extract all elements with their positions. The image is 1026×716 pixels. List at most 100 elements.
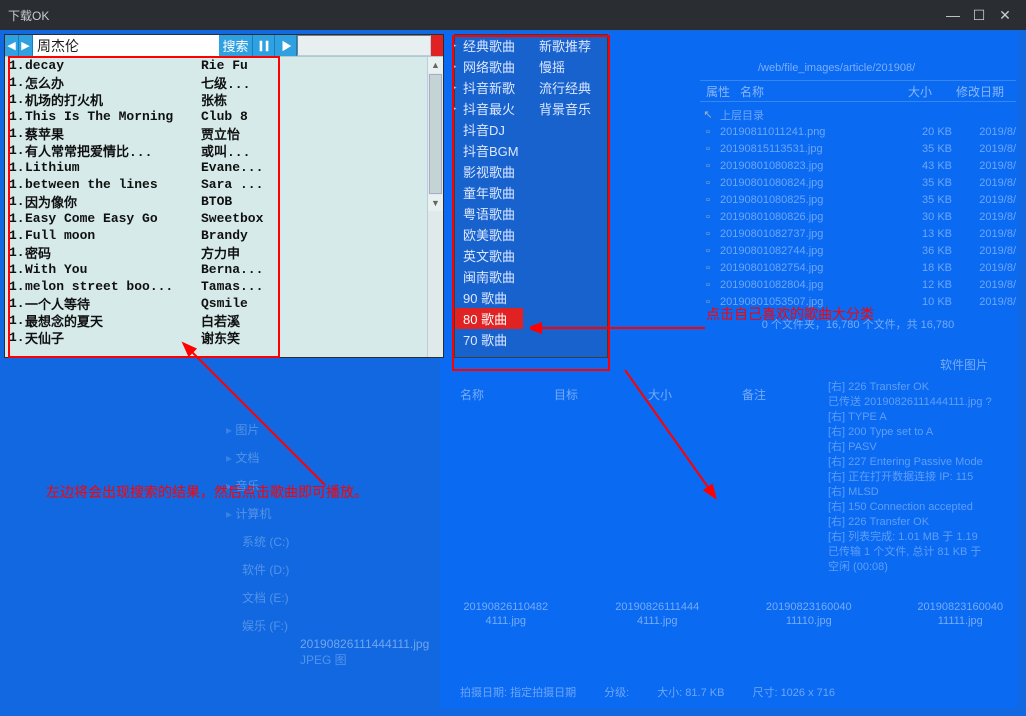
log-line: [右] MLSD [828,485,1016,500]
category-item[interactable]: 流行经典 [531,77,607,98]
log-line: [右] 227 Entering Passive Mode [828,455,1016,470]
scrollbar[interactable]: ▲ ▼ [427,57,443,357]
song-row[interactable]: 1.因为像你BTOB [5,193,427,210]
scroll-down-icon[interactable]: ▼ [428,195,443,211]
category-item[interactable]: 90 歌曲 [455,287,531,308]
prev-button[interactable]: ◀ [5,35,19,56]
mid-columns: 名称 目标 大小 备注 [460,386,820,403]
category-item [531,140,607,161]
category-item[interactable]: 抖音BGM [455,140,531,161]
log-line: [右] 列表完成: 1.01 MB 于 1.19 [828,530,1016,545]
song-row[interactable]: 1.decayRie Fu [5,57,427,74]
thumb-label[interactable]: 20190826111444 4111.jpg [602,600,714,640]
file-row[interactable]: ▫20190801080823.jpg43 KB2019/8/ [700,157,1016,174]
meta-item: 拍摄日期: 指定拍摄日期 [460,684,576,700]
sidebar-drive[interactable]: 系统 (C:) [226,528,386,556]
category-item[interactable]: 网络歌曲 [455,56,531,77]
thumb-row: 20190826110482 4111.jpg 20190826111444 41… [450,600,1016,640]
meta-item: 尺寸: 1026 x 716 [752,684,835,700]
song-row[interactable]: 1.有人常常把爱情比...或叫... [5,142,427,159]
log-line: [右] 226 Transfer OK [828,380,1016,395]
song-row[interactable]: 1.LithiumEvane... [5,159,427,176]
category-item[interactable]: 背景音乐 [531,98,607,119]
up-dir[interactable]: 上层目录 [716,107,1016,123]
file-row[interactable]: ▫20190811011241.png20 KB2019/8/ [700,123,1016,140]
file-row[interactable]: ▫20190801082737.jpg13 KB2019/8/ [700,225,1016,242]
category-item[interactable]: 英文歌曲 [455,245,531,266]
file-row[interactable]: ▫20190815113531.jpg35 KB2019/8/ [700,140,1016,157]
category-item[interactable]: 新歌推荐 [531,35,607,56]
song-row[interactable]: 1.This Is The MorningClub 8 [5,108,427,125]
sidebar-drive[interactable]: 娱乐 (F:) [226,612,386,640]
sidebar-drive[interactable]: 文档 (E:) [226,584,386,612]
panel-caption: 软件图片 [940,356,988,373]
log-line: [右] 150 Connection accepted [828,500,1016,515]
search-button[interactable]: 搜索 [219,35,253,56]
song-row[interactable]: 1.melon street boo...Tamas... [5,278,427,295]
sidebar-item[interactable]: 图片 [226,416,386,444]
song-row[interactable]: 1.怎么办七级... [5,74,427,91]
category-item[interactable]: 童年歌曲 [455,182,531,203]
song-list[interactable]: 1.decayRie Fu1.怎么办七级...1.机场的打火机张栋1.This … [5,57,427,357]
category-item[interactable]: 80 歌曲 [455,308,523,329]
category-item [531,224,607,245]
song-row[interactable]: 1.Easy Come Easy GoSweetbox [5,210,427,227]
mid-col-note: 备注 [742,386,766,403]
close-button[interactable]: ✕ [992,0,1018,30]
log-line: [右] PASV [828,440,1016,455]
log-area: [右] 226 Transfer OK已传送 20190826111444111… [828,380,1016,580]
category-item[interactable]: 抖音新歌 [455,77,531,98]
category-item [531,161,607,182]
file-row[interactable]: ▫20190801082744.jpg36 KB2019/8/ [700,242,1016,259]
sidebar-ghost: 图片文档音乐计算机系统 (C:)软件 (D:)文档 (E:)娱乐 (F:) [226,416,386,640]
file-row[interactable]: ▫20190801080826.jpg30 KB2019/8/ [700,208,1016,225]
log-line: 已传输 1 个文件, 总计 81 KB 于 [828,545,1016,560]
category-item[interactable]: 欧美歌曲 [455,224,531,245]
thumb-label[interactable]: 20190823160040 11111.jpg [905,600,1017,640]
sidebar-item[interactable]: 文档 [226,444,386,472]
file-row[interactable]: ▫20190801080824.jpg35 KB2019/8/ [700,174,1016,191]
sidebar-drive[interactable]: 软件 (D:) [226,556,386,584]
scroll-thumb[interactable] [429,74,442,194]
song-row[interactable]: 1.密码方力申 [5,244,427,261]
log-line: [右] 226 Transfer OK [828,515,1016,530]
song-row[interactable]: 1.最想念的夏天白若溪 [5,312,427,329]
category-item [531,245,607,266]
category-item [523,308,599,329]
maximize-button[interactable]: ☐ [966,0,992,30]
search-input[interactable] [33,35,219,56]
file-row[interactable]: ▫20190801082804.jpg12 KB2019/8/ [700,276,1016,293]
scroll-up-icon[interactable]: ▲ [428,57,443,73]
song-row[interactable]: 1.机场的打火机张栋 [5,91,427,108]
category-item[interactable]: 抖音DJ [455,119,531,140]
log-line: [右] 正在打开数据连接 IP: 115 [828,470,1016,485]
category-item[interactable]: 闽南歌曲 [455,266,531,287]
song-row[interactable]: 1.between the linesSara ... [5,176,427,193]
category-item[interactable]: 70 歌曲 [455,329,531,350]
song-row[interactable]: 1.一个人等待Qsmile [5,295,427,312]
song-row[interactable]: 1.蔡苹果贾立怡 [5,125,427,142]
category-item[interactable]: 粤语歌曲 [455,203,531,224]
col-size: 大小 [908,83,956,100]
category-item[interactable]: 经典歌曲 [455,35,531,56]
log-line: [右] TYPE A [828,410,1016,425]
category-item[interactable]: 慢摇 [531,56,607,77]
play-icon[interactable] [275,35,297,56]
pause-icon[interactable] [253,35,275,56]
song-row[interactable]: 1.天仙子谢东笑 [5,329,427,346]
category-item [531,266,607,287]
song-row[interactable]: 1.Full moonBrandy [5,227,427,244]
next-button[interactable]: ▶ [19,35,33,56]
file-row[interactable]: ▫20190801080825.jpg35 KB2019/8/ [700,191,1016,208]
thumb-label[interactable]: 20190826110482 4111.jpg [450,600,562,640]
minimize-button[interactable]: — [940,0,966,30]
sidebar-item[interactable]: 计算机 [226,500,386,528]
progress-bar[interactable] [297,35,443,56]
file-row[interactable]: ▫20190801082754.jpg18 KB2019/8/ [700,259,1016,276]
col-name: 名称 [740,83,908,100]
log-line: 空闲 (00:08) [828,560,1016,575]
song-row[interactable]: 1.With YouBerna... [5,261,427,278]
category-item[interactable]: 抖音最火 [455,98,531,119]
category-item[interactable]: 影视歌曲 [455,161,531,182]
thumb-label[interactable]: 20190823160040 11110.jpg [753,600,865,640]
